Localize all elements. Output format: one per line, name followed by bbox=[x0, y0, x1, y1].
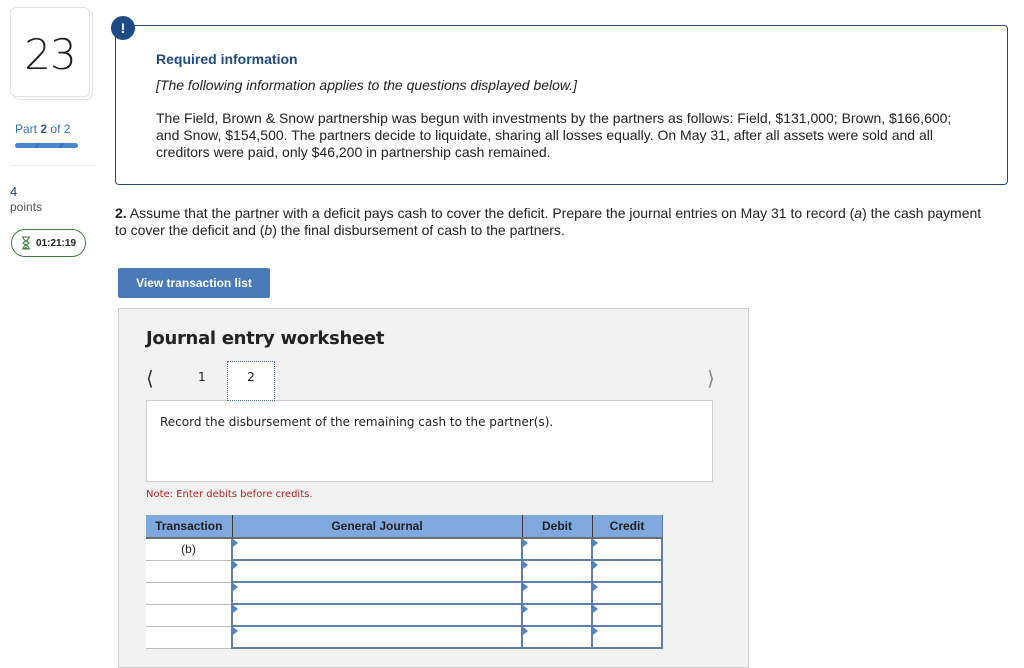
question-number-label: 2. bbox=[115, 205, 127, 221]
info-italic-note: [The following information applies to th… bbox=[156, 77, 578, 93]
account-input[interactable] bbox=[231, 581, 523, 605]
debit-input[interactable] bbox=[521, 559, 593, 583]
transaction-cell bbox=[146, 582, 233, 605]
worksheet-note: Note: Enter debits before credits. bbox=[146, 489, 313, 500]
credit-input[interactable] bbox=[591, 559, 663, 583]
info-body: The Field, Brown & Snow partnership was … bbox=[156, 110, 952, 160]
account-input[interactable] bbox=[231, 625, 523, 649]
worksheet-prompt: Record the disbursement of the remaining… bbox=[160, 415, 554, 429]
question-part: ) the final disbursement of cash to the … bbox=[272, 222, 565, 238]
credit-input[interactable] bbox=[591, 603, 663, 627]
transaction-cell: (b) bbox=[146, 538, 233, 561]
question-number-card: 23 bbox=[10, 7, 90, 97]
question-number: 23 bbox=[24, 30, 76, 79]
alert-icon: ! bbox=[111, 16, 135, 40]
part-indicator: Part 2 of 2 bbox=[15, 122, 70, 136]
column-header-credit: Credit bbox=[592, 515, 663, 539]
debit-input[interactable] bbox=[521, 625, 593, 649]
journal-entry-worksheet: Journal entry worksheet ⟨ 1 2 ⟩ Record t… bbox=[118, 308, 749, 668]
debit-input[interactable] bbox=[521, 581, 593, 605]
general-journal-table: Transaction General Journal Debit Credit… bbox=[146, 515, 663, 649]
timer-badge: 01:21:19 bbox=[11, 229, 86, 257]
timer-value: 01:21:19 bbox=[35, 237, 77, 249]
table-row bbox=[146, 559, 663, 583]
info-title: Required information bbox=[156, 51, 298, 67]
question-part: a bbox=[854, 205, 863, 221]
part-word: Part bbox=[15, 122, 38, 136]
divider bbox=[10, 165, 96, 166]
view-transaction-list-button[interactable]: View transaction list bbox=[118, 268, 270, 298]
worksheet-tab-2[interactable]: 2 bbox=[227, 361, 275, 401]
table-row bbox=[146, 625, 663, 649]
part-current: 2 bbox=[40, 122, 48, 136]
column-header-transaction: Transaction bbox=[146, 515, 233, 539]
chevron-right-icon[interactable]: ⟩ bbox=[707, 366, 715, 391]
table-row: (b) bbox=[146, 537, 663, 561]
part-total: of 2 bbox=[50, 122, 71, 136]
chevron-left-icon[interactable]: ⟨ bbox=[146, 366, 154, 391]
question-text: 2. Assume that the partner with a defici… bbox=[115, 205, 995, 239]
transaction-cell bbox=[146, 560, 233, 583]
transaction-cell bbox=[146, 604, 233, 627]
transaction-cell bbox=[146, 626, 233, 649]
points-label: points bbox=[10, 200, 43, 214]
table-header-row: Transaction General Journal Debit Credit bbox=[146, 515, 663, 539]
account-input[interactable] bbox=[231, 537, 523, 561]
hourglass-icon bbox=[21, 236, 30, 250]
table-row bbox=[146, 581, 663, 605]
debit-input[interactable] bbox=[521, 603, 593, 627]
table-row bbox=[146, 603, 663, 627]
column-header-debit: Debit bbox=[522, 515, 593, 539]
credit-input[interactable] bbox=[591, 625, 663, 649]
question-part: Assume that the partner with a deficit p… bbox=[126, 205, 855, 221]
credit-input[interactable] bbox=[591, 537, 663, 561]
credit-input[interactable] bbox=[591, 581, 663, 605]
debit-input[interactable] bbox=[521, 537, 593, 561]
worksheet-title: Journal entry worksheet bbox=[146, 328, 385, 349]
part-progress-bar bbox=[15, 143, 78, 148]
worksheet-tab-1[interactable]: 1 bbox=[198, 370, 206, 384]
points-value: 4 bbox=[10, 184, 18, 199]
worksheet-prompt-box: Record the disbursement of the remaining… bbox=[146, 400, 713, 482]
required-information-box: Required information [The following info… bbox=[115, 25, 1008, 185]
column-header-general-journal: General Journal bbox=[232, 515, 523, 539]
account-input[interactable] bbox=[231, 559, 523, 583]
account-input[interactable] bbox=[231, 603, 523, 627]
